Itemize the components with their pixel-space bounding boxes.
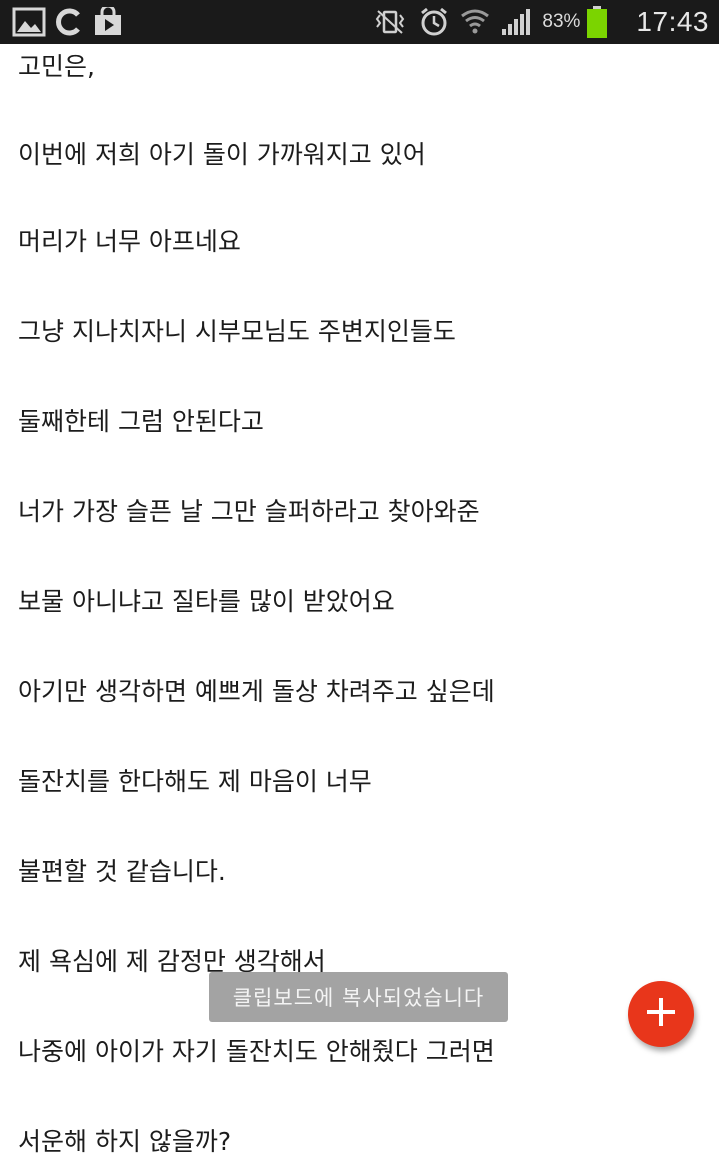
- text-line: 돌잔치를 한다해도 제 마음이 너무: [18, 767, 372, 796]
- gallery-icon: [12, 7, 46, 37]
- add-button[interactable]: [628, 981, 694, 1047]
- text-line: 불편할 것 같습니다.: [18, 857, 226, 886]
- text-line: 보물 아니냐고 질타를 많이 받았어요: [18, 587, 395, 616]
- battery-icon: [586, 5, 608, 39]
- vibrate-icon: [372, 9, 408, 35]
- battery-percent: 83%: [542, 11, 581, 32]
- text-line: 고민은,: [18, 52, 95, 81]
- text-line: 서운해 하지 않을까?: [18, 1127, 232, 1156]
- text-line: 머리가 너무 아프네요: [18, 227, 241, 256]
- text-line: 둘째한테 그럼 안된다고: [18, 407, 264, 436]
- signal-icon: [500, 7, 532, 37]
- text-line: 나중에 아이가 자기 돌잔치도 안해줬다 그러면: [18, 1037, 495, 1066]
- plus-icon: [644, 995, 678, 1033]
- text-line: 아기만 생각하면 예쁘게 돌상 차려주고 싶은데: [18, 677, 495, 706]
- clipboard-toast: 클립보드에 복사되었습니다: [209, 972, 508, 1022]
- refresh-c-icon: [54, 7, 84, 37]
- status-bar-left: [12, 7, 124, 37]
- status-bar: 83% 17:43: [0, 0, 719, 44]
- text-line: 너가 가장 슬픈 날 그만 슬퍼하라고 찾아와준: [18, 497, 480, 526]
- status-bar-clock: 17:43: [636, 6, 709, 37]
- text-line: 그냥 지나치자니 시부모님도 주변지인들도: [18, 317, 456, 346]
- wifi-icon: [460, 6, 490, 38]
- alarm-icon: [418, 6, 450, 38]
- text-line: 이번에 저희 아기 돌이 가까워지고 있어: [18, 140, 426, 169]
- store-bag-icon: [92, 7, 124, 37]
- status-bar-right: 83% 17:43: [372, 0, 709, 44]
